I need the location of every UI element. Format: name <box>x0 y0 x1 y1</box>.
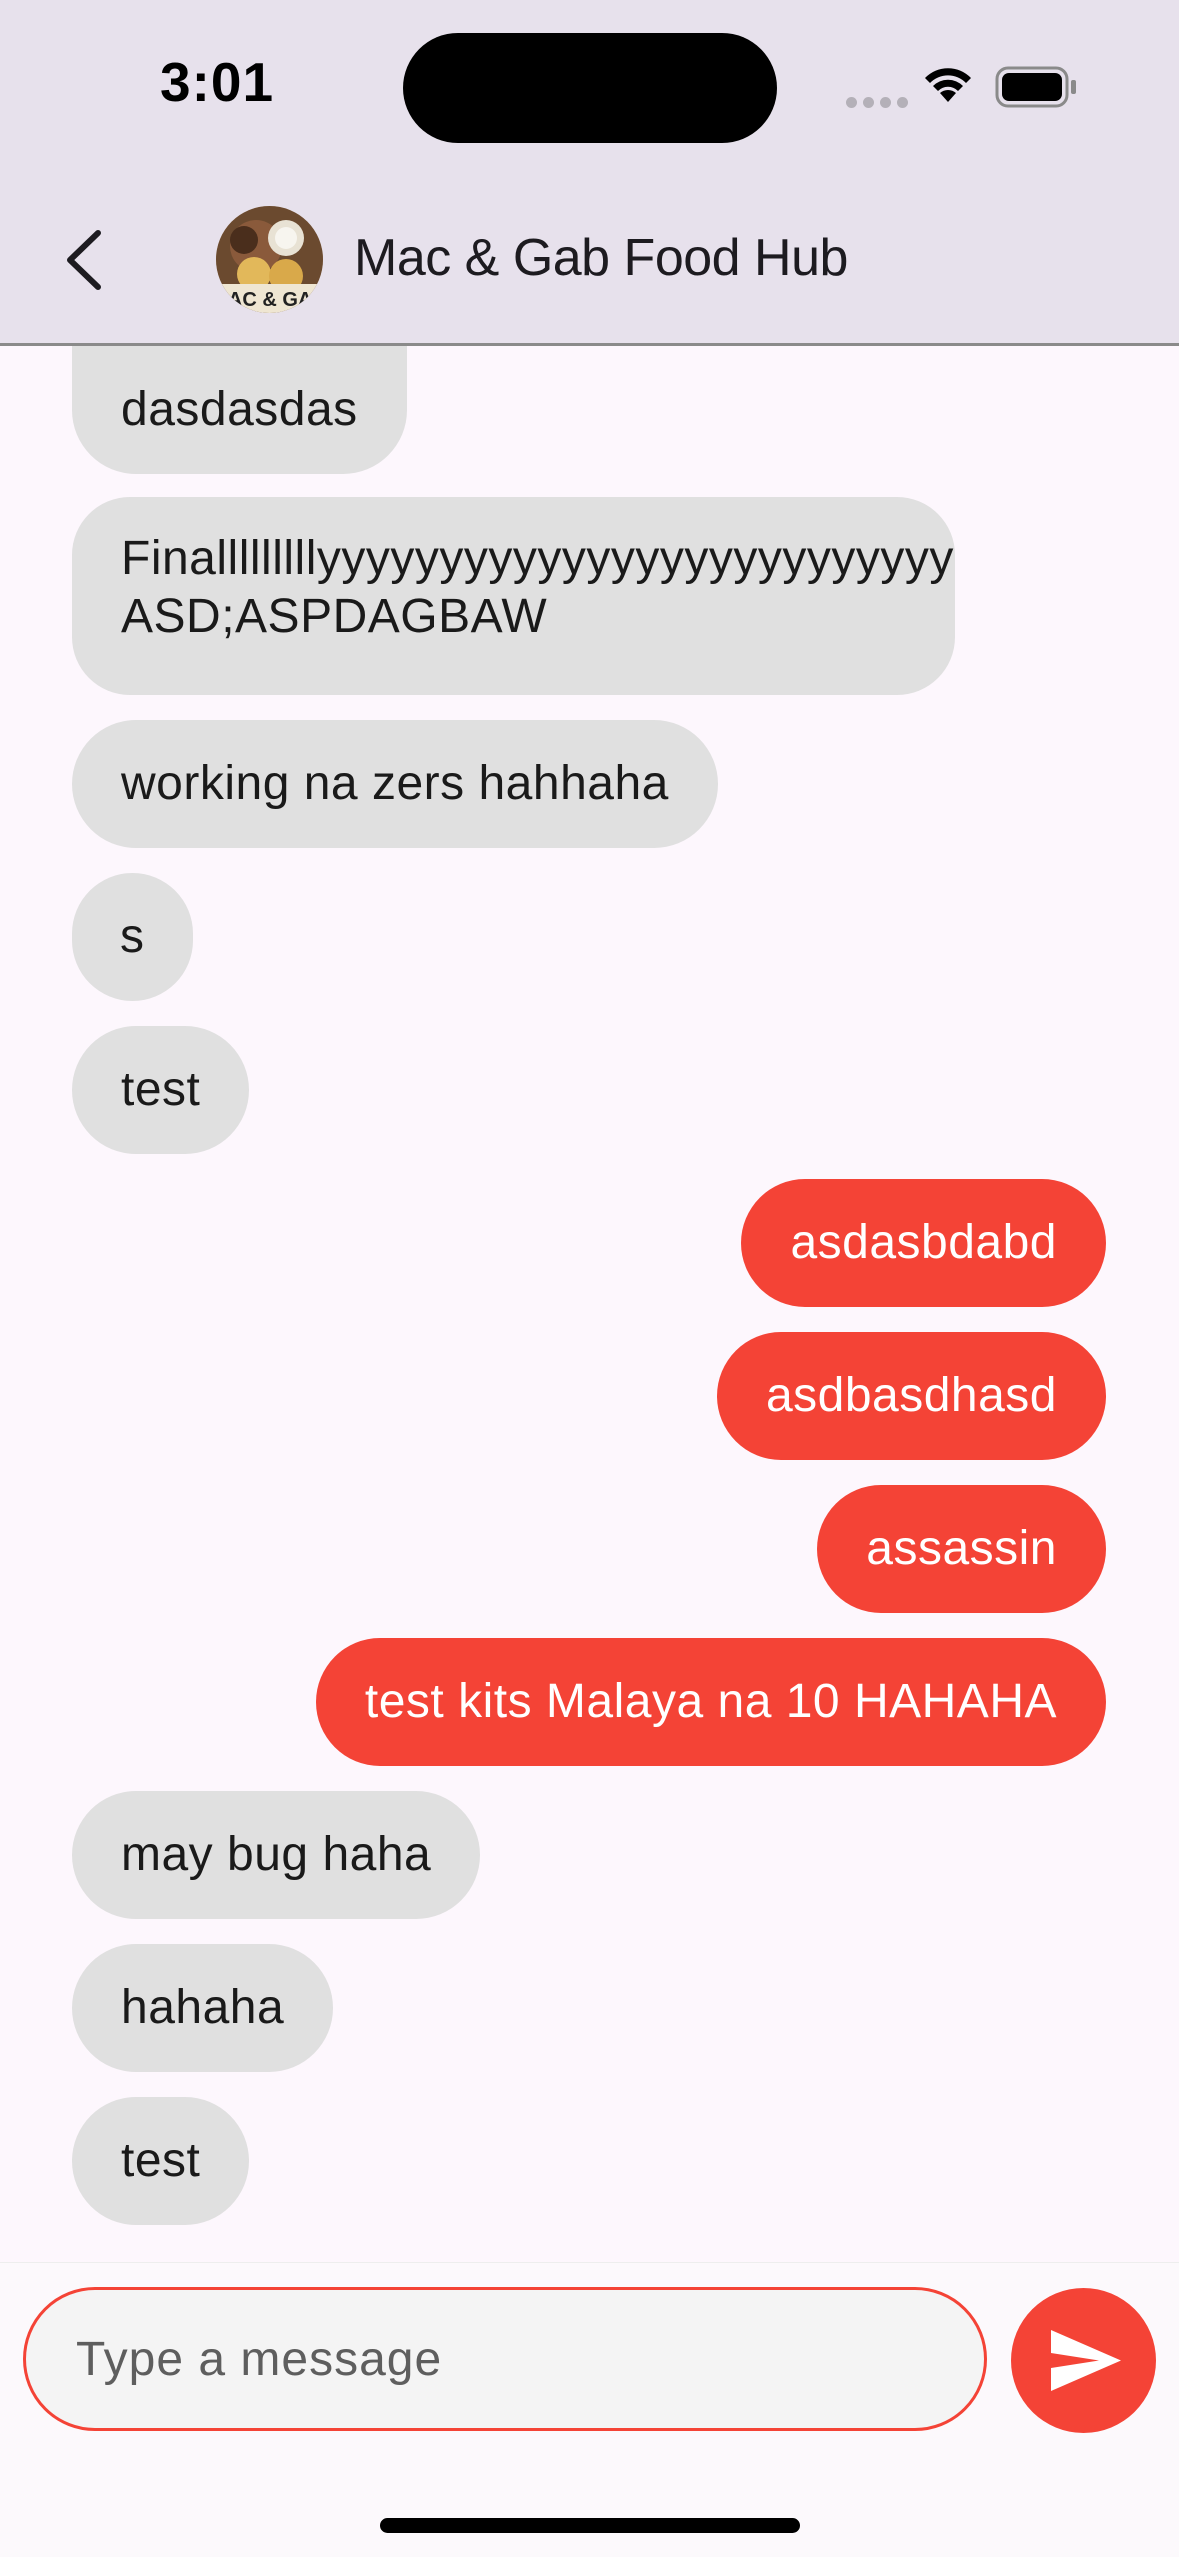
cellular-signal-icon <box>846 95 914 113</box>
message-bubble-outgoing[interactable]: assassin <box>817 1485 1106 1613</box>
back-arrow-icon[interactable] <box>58 225 118 295</box>
home-indicator[interactable] <box>380 2518 800 2533</box>
message-bubble-incoming[interactable]: dasdasdas <box>72 346 407 474</box>
message-bubble-incoming[interactable]: test <box>72 2097 250 2225</box>
message-bubble-outgoing[interactable]: asdbasdhasd <box>716 1332 1106 1460</box>
battery-icon <box>995 66 1076 108</box>
dynamic-island <box>403 33 777 143</box>
send-button[interactable] <box>1011 2288 1156 2433</box>
message-bubble-incoming[interactable]: Finalllllllllyyyyyyyyyyyyyyyyyyyyyyyyyy … <box>72 497 955 695</box>
status-time: 3:01 <box>160 51 275 113</box>
app-bar: 3:01 MAC & GAB Mac & Gab Food Hub <box>0 0 1179 346</box>
message-bubble-incoming[interactable]: may bug haha <box>72 1791 481 1919</box>
message-bubble-incoming[interactable]: test <box>72 1026 250 1154</box>
message-bubble-incoming[interactable]: hahaha <box>72 1944 334 2072</box>
restaurant-avatar[interactable]: MAC & GAB <box>216 206 323 313</box>
wifi-icon <box>925 68 971 102</box>
message-bubble-incoming[interactable]: s <box>72 873 193 1001</box>
send-icon <box>1051 2330 1121 2391</box>
avatar-logo-text: MAC & GAB <box>216 289 323 311</box>
food-logo-image: MAC & GAB <box>216 206 323 313</box>
chat-title: Mac & Gab Food Hub <box>354 229 848 287</box>
message-bubble-incoming[interactable]: working na zers hahhaha <box>72 720 718 848</box>
message-bubble-outgoing[interactable]: test kits Malaya na 10 HAHAHA <box>315 1638 1106 1766</box>
message-bubble-outgoing[interactable]: asdasbdabd <box>741 1179 1106 1307</box>
message-input[interactable] <box>23 2287 987 2431</box>
